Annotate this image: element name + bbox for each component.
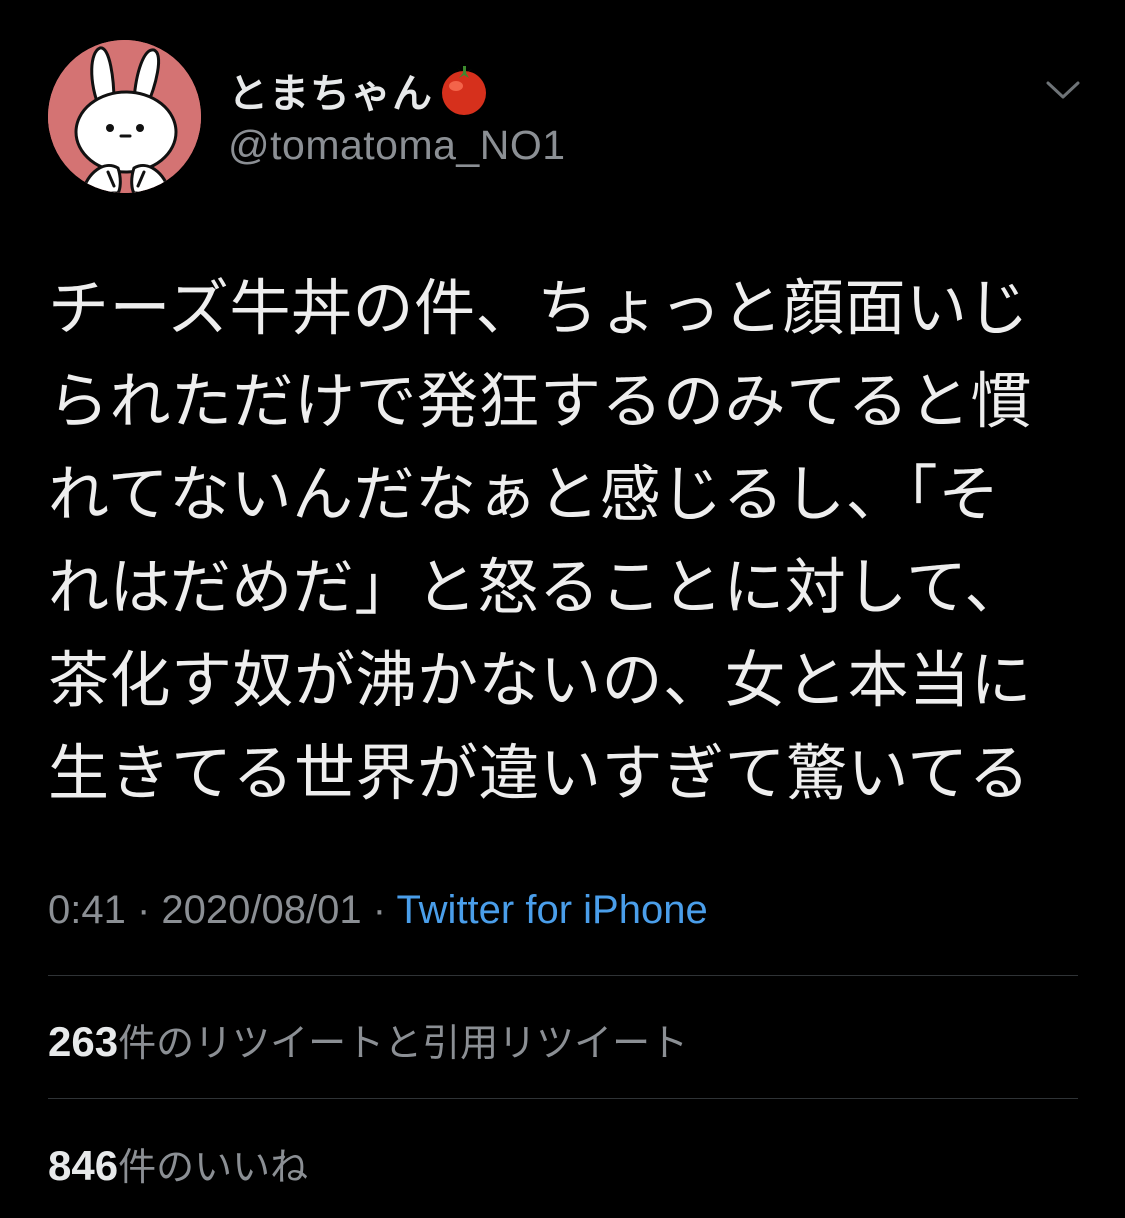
meta-separator: · [361,888,397,932]
more-options-button[interactable] [1038,70,1088,110]
tweet-text-line: 茶化す奴が沸かないの、女と本当に [48,645,1033,716]
display-name-row[interactable]: とまちゃん [228,62,566,118]
tweet-text-line: 生きてる世界が違いすぎて驚いてる [48,738,1031,809]
tweet-text-line: れてないんだなぁと感じるし、「そ [48,459,1000,530]
retweets-label: 件のリツイートと引用リツイート [118,1021,689,1065]
rabbit-avatar-icon [48,40,201,193]
tweet-detail: とまちゃん @tomatoma_NO1 チーズ牛丼の件、ちょっと顔面いじ られた… [0,0,1125,1218]
tweet-date: 2020/08/01 [161,888,362,932]
tweet-text: チーズ牛丼の件、ちょっと顔面いじ られただけで発狂するのみてると慣 れてないんだ… [48,262,1048,820]
chevron-down-icon [1046,81,1080,99]
tweet-header: とまちゃん @tomatoma_NO1 [48,40,1088,193]
tomato-icon [435,64,493,116]
tweet-text-line: られただけで発狂するのみてると慣 [48,366,1033,437]
likes-label: 件のいいね [118,1145,309,1189]
tweet-text-line: チーズ牛丼の件、ちょっと顔面いじ [48,273,1029,344]
display-name[interactable]: とまちゃん [228,61,433,119]
tweet-time: 0:41 [48,888,126,932]
divider [48,975,1078,976]
tweet-meta: 0:41 · 2020/08/01 · Twitter for iPhone [48,888,708,933]
divider [48,1098,1078,1099]
user-handle[interactable]: @tomatoma_NO1 [228,122,566,169]
likes-stat[interactable]: 846件のいいね [48,1136,308,1191]
meta-separator: · [125,888,162,932]
tweet-text-line: れはだめだ」と怒ることに対して、 [48,552,1026,623]
retweets-count: 263 [48,1018,119,1065]
retweets-stat[interactable]: 263件のリツイートと引用リツイート [48,1012,688,1067]
likes-count: 846 [48,1142,119,1189]
avatar[interactable] [48,40,201,193]
tweet-source-link[interactable]: Twitter for iPhone [396,888,707,932]
user-names: とまちゃん @tomatoma_NO1 [228,62,566,169]
